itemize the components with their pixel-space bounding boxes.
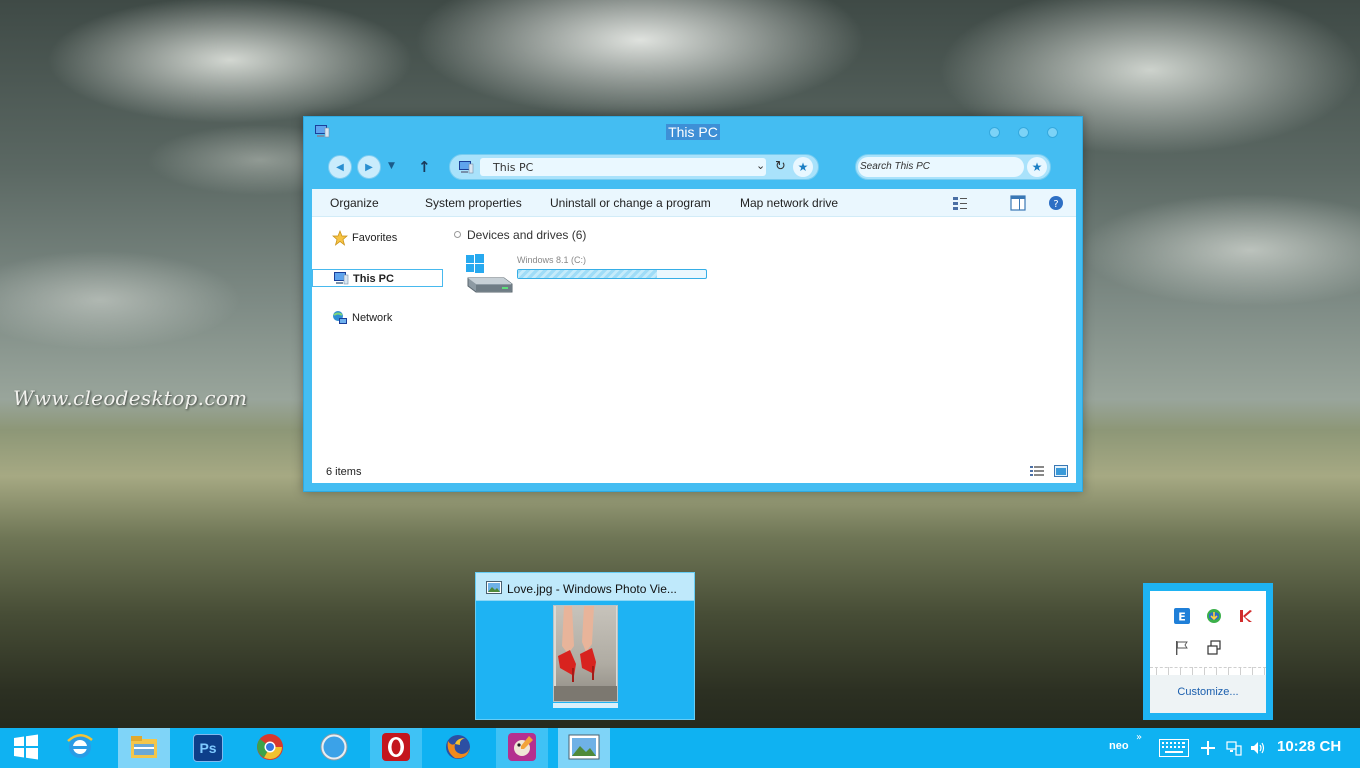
- change-view-icon[interactable]: [952, 195, 968, 214]
- search-star-icon[interactable]: ★: [1027, 157, 1047, 177]
- navigation-pane: Favorites This PC Network: [312, 217, 444, 457]
- thumbnail-controls: [553, 703, 618, 708]
- address-text[interactable]: This PC: [493, 161, 533, 174]
- thumbnail-title: Love.jpg - Windows Photo Vie...: [507, 582, 677, 596]
- watermark-text: Www.cleodesktop.com: [13, 386, 248, 410]
- command-bar: Organize System properties Uninstall or …: [312, 189, 1076, 217]
- taskbar-safari[interactable]: [308, 728, 360, 768]
- photo-thumbnail: [553, 605, 618, 702]
- taskbar-chrome[interactable]: [244, 728, 296, 768]
- start-button[interactable]: [0, 728, 52, 768]
- network-icon: [332, 310, 348, 329]
- this-pc-icon: [333, 271, 349, 288]
- photoshop-icon: Ps: [193, 734, 223, 762]
- star-icon: [332, 230, 348, 249]
- back-arrow-icon: ◀: [336, 161, 344, 173]
- taskbar-file-explorer[interactable]: [118, 728, 170, 768]
- clock[interactable]: 10:28 CH: [1277, 738, 1341, 755]
- large-icons-view-icon[interactable]: [1054, 465, 1068, 480]
- network-status-icon[interactable]: [1226, 740, 1242, 768]
- hard-drive-icon: [464, 254, 514, 299]
- keyboard-icon[interactable]: [1159, 739, 1189, 768]
- navigation-bar: ◀ ▶ ▼ ↑ This PC ⌄ ↻ ★ Search This PC ★: [304, 147, 1082, 187]
- item-count: 6 items: [326, 466, 362, 478]
- explorer-window: This PC ◀ ▶ ▼ ↑ This PC ⌄ ↻ ★ Search Thi…: [303, 116, 1083, 492]
- nav-item-network[interactable]: Network: [312, 309, 443, 327]
- group-header-devices[interactable]: Devices and drives (6): [454, 228, 586, 242]
- favorite-star-icon[interactable]: ★: [793, 157, 813, 177]
- taskbar-opera[interactable]: [370, 728, 422, 768]
- back-button[interactable]: ◀: [328, 155, 352, 179]
- forward-button[interactable]: ▶: [357, 155, 381, 179]
- svg-text:?: ?: [1053, 199, 1058, 210]
- pen-input-icon[interactable]: [1200, 740, 1216, 768]
- chrome-icon: [255, 732, 285, 765]
- search-box[interactable]: Search This PC ★: [855, 154, 1051, 180]
- address-bar[interactable]: This PC ⌄ ↻ ★: [449, 154, 819, 180]
- uninstall-program-button[interactable]: Uninstall or change a program: [550, 196, 711, 210]
- minimize-button[interactable]: [989, 127, 1000, 138]
- e-app-icon[interactable]: E: [1174, 608, 1190, 627]
- collapse-dot-icon: [454, 231, 461, 238]
- content-area: Favorites This PC Network Devices and dr…: [312, 217, 1076, 483]
- drive-label: Windows 8.1 (C:): [517, 255, 587, 265]
- details-view-icon[interactable]: [1030, 465, 1044, 480]
- customize-link[interactable]: Customize...: [1150, 686, 1266, 698]
- thumbnail-title-bar: Love.jpg - Windows Photo Vie...: [476, 573, 694, 601]
- refresh-icon[interactable]: ↻: [775, 159, 786, 174]
- up-arrow-icon[interactable]: ↑: [418, 158, 431, 176]
- gimp-icon: [507, 732, 537, 765]
- taskbar-photo-viewer[interactable]: [558, 728, 610, 768]
- action-center-flag-icon[interactable]: [1174, 640, 1190, 659]
- photo-viewer-icon: [486, 581, 502, 597]
- taskbar-internet-explorer[interactable]: [54, 728, 106, 768]
- map-network-drive-button[interactable]: Map network drive: [740, 196, 838, 210]
- this-pc-icon: [458, 160, 474, 177]
- preview-pane-icon[interactable]: [1010, 195, 1026, 214]
- opera-icon: [381, 732, 411, 765]
- taskbar-thumbnail-preview[interactable]: Love.jpg - Windows Photo Vie...: [475, 572, 695, 720]
- drive-item[interactable]: Windows 8.1 (C:): [464, 254, 714, 298]
- title-bar[interactable]: This PC: [304, 117, 1082, 147]
- forward-arrow-icon: ▶: [365, 161, 373, 173]
- photo-viewer-icon: [568, 734, 600, 763]
- file-explorer-icon: [129, 733, 159, 764]
- close-button[interactable]: [1047, 127, 1058, 138]
- popup-divider: [1150, 667, 1266, 675]
- taskbar: Ps neo » 10:28 CH: [0, 728, 1360, 768]
- safari-icon: [319, 732, 349, 765]
- window-title: This PC: [666, 124, 720, 140]
- organize-button[interactable]: Organize: [330, 196, 379, 210]
- nav-item-favorites[interactable]: Favorites: [312, 229, 443, 247]
- taskbar-firefox[interactable]: [432, 728, 484, 768]
- start-icon: [13, 734, 39, 763]
- search-input[interactable]: Search This PC: [860, 161, 930, 172]
- status-bar: 6 items: [312, 457, 1076, 483]
- maximize-button[interactable]: [1018, 127, 1029, 138]
- taskbar-gimp[interactable]: [496, 728, 548, 768]
- firefox-icon: [443, 732, 473, 765]
- kaspersky-icon[interactable]: [1238, 608, 1254, 627]
- show-hidden-icons-chevron[interactable]: »: [1136, 732, 1142, 743]
- recent-locations-chevron-icon[interactable]: ▼: [388, 161, 395, 171]
- volume-icon[interactable]: [1250, 740, 1266, 768]
- address-chevron-down-icon[interactable]: ⌄: [756, 159, 765, 172]
- windows-copy-icon[interactable]: [1206, 640, 1222, 659]
- download-manager-icon[interactable]: [1206, 608, 1222, 627]
- notification-overflow-popup: E Customize...: [1143, 583, 1273, 720]
- drive-usage-bar: [517, 269, 707, 279]
- user-name[interactable]: neo: [1109, 740, 1129, 752]
- internet-explorer-icon: [65, 732, 95, 765]
- nav-item-this-pc[interactable]: This PC: [312, 269, 443, 287]
- help-icon[interactable]: ?: [1048, 195, 1064, 214]
- system-properties-button[interactable]: System properties: [425, 196, 522, 210]
- taskbar-photoshop[interactable]: Ps: [182, 728, 234, 768]
- svg-text:E: E: [1178, 611, 1186, 624]
